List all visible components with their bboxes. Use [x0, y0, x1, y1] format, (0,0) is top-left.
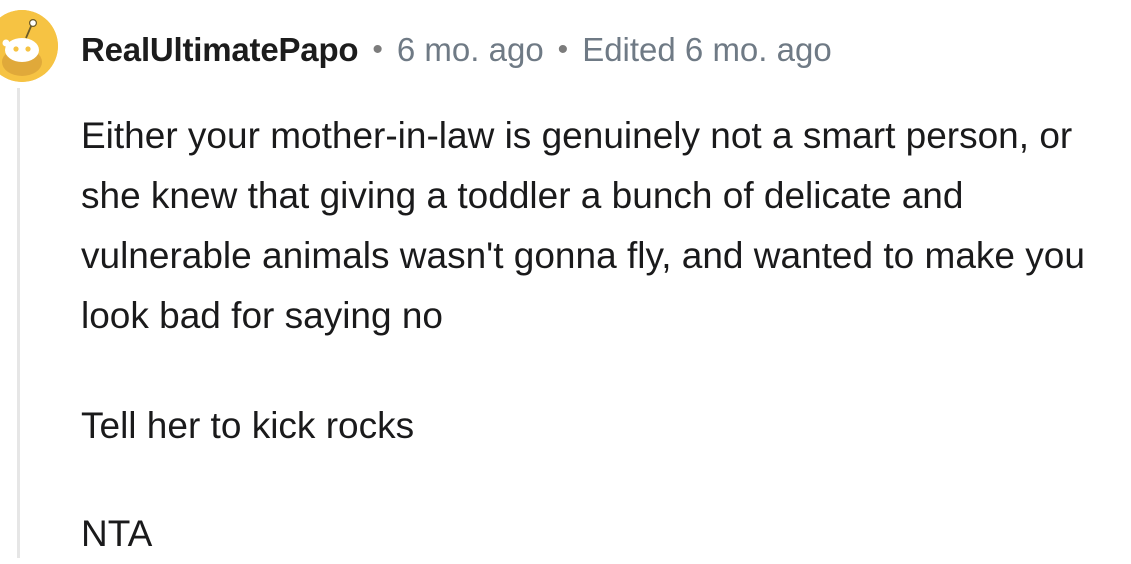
comment-paragraph: NTA [81, 513, 153, 554]
comment-author[interactable]: RealUltimatePapo [81, 31, 359, 69]
snoo-avatar-icon [0, 10, 58, 82]
edited-label: Edited 6 mo. ago [582, 31, 832, 68]
meta-separator: • [372, 33, 383, 66]
thread-line[interactable] [17, 88, 20, 558]
comment-meta: RealUltimatePapo • 6 mo. ago • Edited 6 … [81, 28, 832, 72]
comment-paragraph: Either your mother-in-law is genuinely n… [81, 115, 1085, 336]
comment-paragraph: Tell her to kick rocks [81, 405, 415, 446]
avatar[interactable] [0, 10, 58, 82]
comment-body: Either your mother-in-law is genuinely n… [81, 106, 1121, 554]
meta-separator: • [557, 33, 569, 66]
comment-timestamp[interactable]: 6 mo. ago [397, 31, 544, 69]
